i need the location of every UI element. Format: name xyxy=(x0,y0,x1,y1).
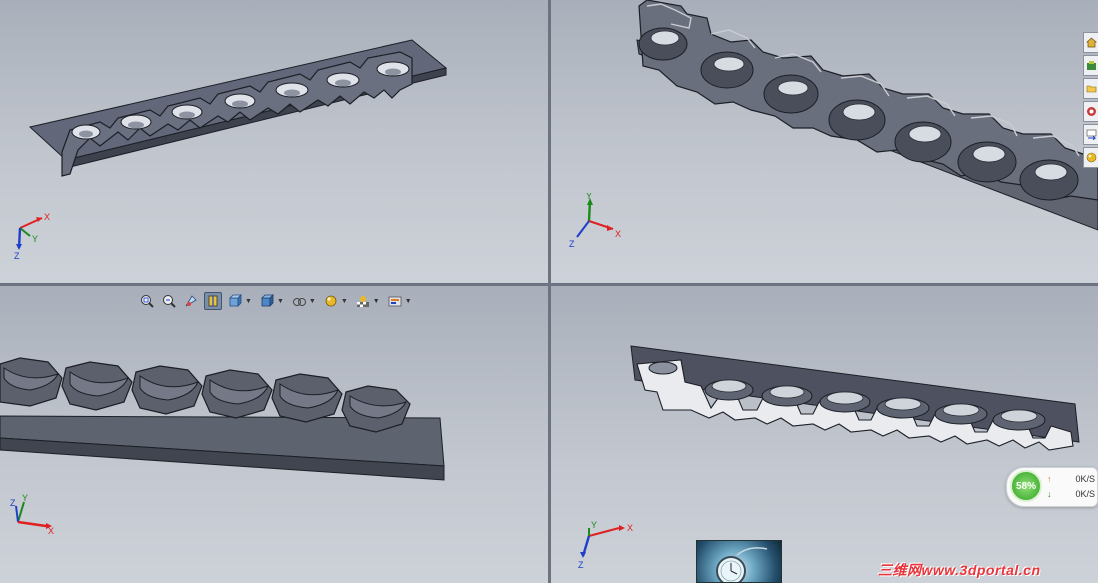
triad-y-label: Y xyxy=(22,493,28,503)
network-usage-percent: 58% xyxy=(1010,470,1042,502)
view-palette-icon[interactable] xyxy=(1083,124,1098,145)
viewport-bottom-right[interactable]: X Y Z xyxy=(551,286,1098,583)
viewport-bottom-left[interactable]: ▼ ▼ ▼ ▼ ▼ ▼ Y Z X xyxy=(0,286,548,583)
watch-icon xyxy=(716,547,768,582)
triad-z-label: Z xyxy=(569,239,575,249)
model-view-bottom-left[interactable] xyxy=(0,286,548,583)
triad-z-label: Z xyxy=(14,251,20,261)
triad-x-label: X xyxy=(44,212,50,222)
triad-x-label: X xyxy=(48,526,54,536)
task-pane-tabs xyxy=(1083,32,1098,168)
axis-triad-top-left: X Y Z xyxy=(14,212,50,261)
file-explorer-icon[interactable] xyxy=(1083,78,1098,99)
triad-y-label: Y xyxy=(591,520,597,530)
axis-triad-top-right: Y X Z xyxy=(569,193,621,249)
pocket-watch-thumbnail[interactable] xyxy=(696,540,782,583)
design-library-icon[interactable] xyxy=(1083,55,1098,76)
triad-z-label: Z xyxy=(578,560,584,570)
triad-z-label: Z xyxy=(10,498,16,508)
download-arrow-icon: ↓ xyxy=(1047,489,1052,499)
viewport-splitter-horizontal[interactable] xyxy=(0,283,1098,286)
site-watermark: 三维网www.3dportal.cn xyxy=(878,562,1041,578)
appearances-icon[interactable] xyxy=(1083,147,1098,168)
download-speed: 0K/S xyxy=(1075,489,1095,499)
model-view-top-left[interactable] xyxy=(0,0,548,283)
upload-arrow-icon: ↑ xyxy=(1047,474,1052,484)
model-view-top-right[interactable] xyxy=(551,0,1098,283)
triad-x-label: X xyxy=(615,229,621,239)
axis-triad-bottom-left: Y Z X xyxy=(10,493,54,536)
upload-speed: 0K/S xyxy=(1075,474,1095,484)
triad-x-label: X xyxy=(627,523,633,533)
network-speed-widget[interactable]: 58% ↑ 0K/S ↓ 0K/S xyxy=(1006,467,1098,507)
viewport-top-left[interactable]: X Y Z xyxy=(0,0,548,283)
search-icon[interactable] xyxy=(1083,101,1098,122)
triad-y-label: Y xyxy=(32,234,38,244)
viewport-splitter-vertical[interactable] xyxy=(548,0,551,583)
triad-y-label: Y xyxy=(586,193,592,201)
home-icon[interactable] xyxy=(1083,32,1098,53)
viewport-top-right[interactable]: Y X Z xyxy=(551,0,1098,283)
axis-triad-bottom-right: X Y Z xyxy=(578,520,633,570)
